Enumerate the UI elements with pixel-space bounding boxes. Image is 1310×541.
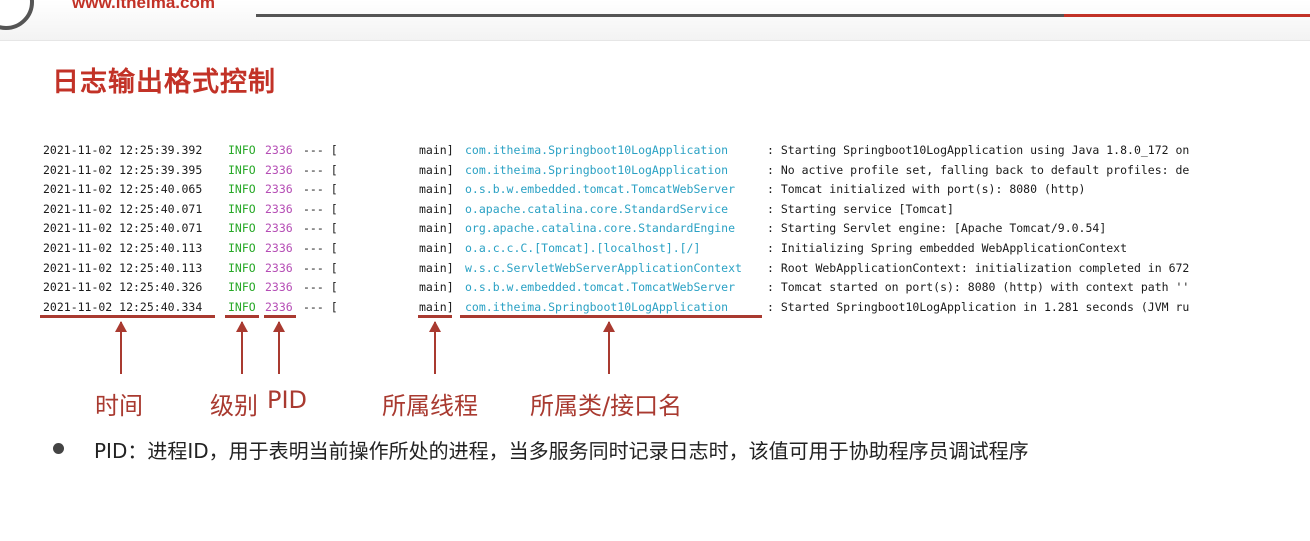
log-time: 2021-11-02 12:25:40.071 xyxy=(43,201,203,216)
slide-header: www.itheima.com xyxy=(0,0,1310,41)
log-thread: main] xyxy=(419,182,454,197)
log-message: : Root WebApplicationContext: initializa… xyxy=(767,260,1190,275)
log-message: : No active profile set, falling back to… xyxy=(767,162,1190,177)
log-line: 2021-11-02 12:25:39.395 INFO 2336 --- [ main… xyxy=(43,161,1216,181)
log-message: : Tomcat initialized with port(s): 8080 … xyxy=(767,182,1086,197)
log-pid: 2336 xyxy=(265,201,293,216)
logger-underline xyxy=(460,315,762,318)
log-line: 2021-11-02 12:25:40.326 INFO 2336 --- [ main… xyxy=(43,278,1216,298)
log-time: 2021-11-02 12:25:40.326 xyxy=(43,280,203,295)
log-time: 2021-11-02 12:25:39.392 xyxy=(43,143,203,157)
log-line: 2021-11-02 12:25:40.113 INFO 2336 --- [ main… xyxy=(43,239,1216,259)
log-logger: w.s.c.ServletWebServerApplicationContext xyxy=(465,260,742,275)
log-level: INFO xyxy=(228,201,256,216)
log-level: INFO xyxy=(228,182,256,197)
log-message: : Starting service [Tomcat] xyxy=(767,201,954,216)
log-message: : Starting Servlet engine: [Apache Tomca… xyxy=(767,221,1107,236)
log-thread: main] xyxy=(419,201,454,216)
log-thread: main] xyxy=(419,221,454,236)
level-underline xyxy=(225,315,259,318)
log-logger: com.itheima.Springboot10LogApplication xyxy=(465,162,729,177)
log-separator: --- [ xyxy=(303,280,338,295)
label-thread: 所属线程 xyxy=(382,392,478,420)
log-time: 2021-11-02 12:25:40.113 xyxy=(43,260,203,275)
log-message: : Initializing Spring embedded WebApplic… xyxy=(767,240,1128,255)
log-line: 2021-11-02 12:25:40.065 INFO 2336 --- [ main… xyxy=(43,180,1216,200)
log-thread: main] xyxy=(419,240,454,255)
log-level: INFO xyxy=(228,240,256,255)
log-separator: --- [ xyxy=(303,240,338,255)
time-underline xyxy=(40,315,215,318)
label-pid: PID xyxy=(267,386,308,414)
log-line: 2021-11-02 12:25:40.071 INFO 2336 --- [ main… xyxy=(43,200,1216,220)
time-arrow-icon xyxy=(115,321,127,374)
log-line: 2021-11-02 12:25:39.392 INFO 2336 --- [ main… xyxy=(43,141,1216,161)
label-logger: 所属类/接口名 xyxy=(530,392,683,420)
log-pid: 2336 xyxy=(265,260,293,275)
log-output: 2021-11-02 12:25:39.392 INFO 2336 --- [ main… xyxy=(43,141,1216,317)
header-divider xyxy=(256,14,1064,17)
level-arrow-icon xyxy=(236,321,248,374)
log-separator: --- [ xyxy=(303,162,338,177)
log-message: : Tomcat started on port(s): 8080 (http)… xyxy=(767,280,1190,295)
log-thread: main] xyxy=(419,143,454,157)
slide-title: 日志输出格式控制 xyxy=(52,67,276,98)
log-thread: main] xyxy=(419,260,454,275)
log-pid: 2336 xyxy=(265,280,293,295)
log-level: INFO xyxy=(228,280,256,295)
log-separator: --- [ xyxy=(303,299,338,314)
log-pid: 2336 xyxy=(265,143,293,157)
log-thread: main] xyxy=(419,280,454,295)
thread-underline xyxy=(418,315,452,318)
log-pid: 2336 xyxy=(265,240,293,255)
log-logger: o.apache.catalina.core.StandardService xyxy=(465,201,729,216)
bullet-icon xyxy=(53,443,64,454)
log-level: INFO xyxy=(228,260,256,275)
log-line: 2021-11-02 12:25:40.113 INFO 2336 --- [ main… xyxy=(43,259,1216,279)
log-separator: --- [ xyxy=(303,260,338,275)
label-time: 时间 xyxy=(95,392,143,420)
log-logger: o.a.c.c.C.[Tomcat].[localhost].[/] xyxy=(465,240,701,255)
thread-arrow-icon xyxy=(429,321,441,374)
pid-arrow-icon xyxy=(273,321,285,374)
log-time: 2021-11-02 12:25:40.113 xyxy=(43,240,203,255)
log-level: INFO xyxy=(228,221,256,236)
pid-underline xyxy=(264,315,296,318)
log-separator: --- [ xyxy=(303,182,338,197)
log-message: : Started Springboot10LogApplication in … xyxy=(767,299,1190,314)
log-logger: com.itheima.Springboot10LogApplication xyxy=(465,143,729,157)
log-separator: --- [ xyxy=(303,143,338,157)
header-divider-accent xyxy=(1064,14,1310,17)
log-separator: --- [ xyxy=(303,201,338,216)
log-pid: 2336 xyxy=(265,182,293,197)
log-thread: main] xyxy=(419,162,454,177)
label-level: 级别 xyxy=(210,392,258,420)
log-pid: 2336 xyxy=(265,162,293,177)
logger-arrow-icon xyxy=(603,321,615,374)
log-time: 2021-11-02 12:25:40.065 xyxy=(43,182,203,197)
log-time: 2021-11-02 12:25:40.071 xyxy=(43,221,203,236)
log-level: INFO xyxy=(228,143,256,157)
log-logger: o.s.b.w.embedded.tomcat.TomcatWebServer xyxy=(465,182,736,197)
log-separator: --- [ xyxy=(303,221,338,236)
log-pid: 2336 xyxy=(265,221,293,236)
log-line: 2021-11-02 12:25:40.071 INFO 2336 --- [ main… xyxy=(43,219,1216,239)
log-logger: org.apache.catalina.core.StandardEngine xyxy=(465,221,736,236)
bullet-text: PID：进程ID，用于表明当前操作所处的进程，当多服务同时记录日志时，该值可用于… xyxy=(94,439,1029,463)
logo-url: www.itheima.com xyxy=(72,0,215,12)
logo-icon xyxy=(0,0,34,30)
log-time: 2021-11-02 12:25:39.395 xyxy=(43,162,203,177)
log-logger: o.s.b.w.embedded.tomcat.TomcatWebServer xyxy=(465,280,736,295)
log-message: : Starting Springboot10LogApplication us… xyxy=(767,143,1190,157)
log-level: INFO xyxy=(228,162,256,177)
